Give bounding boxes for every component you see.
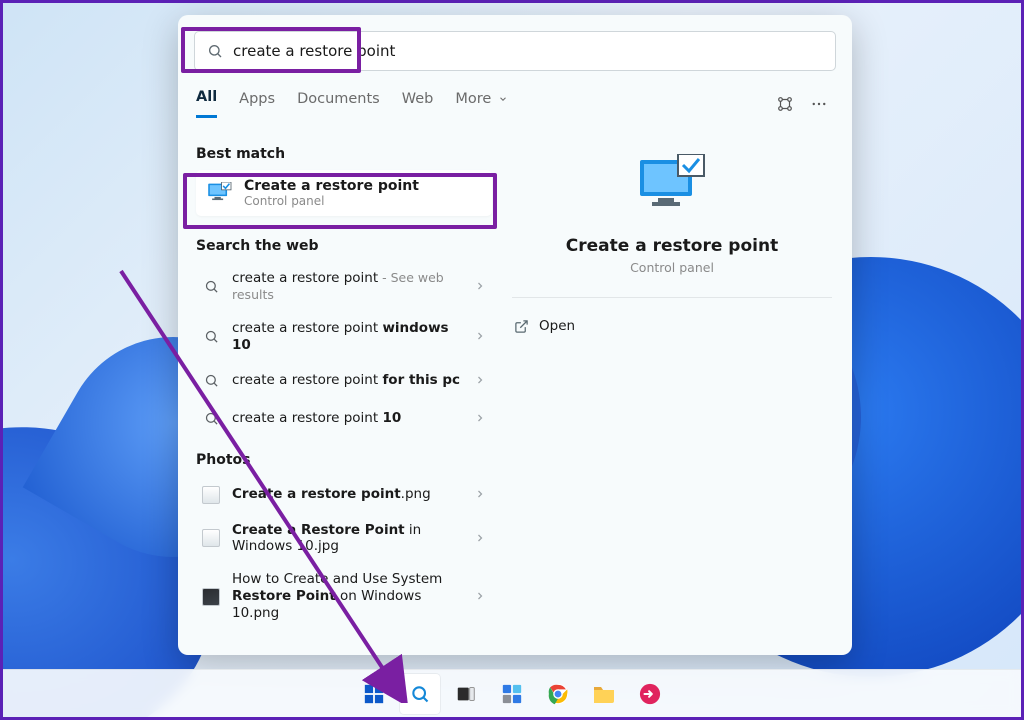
chevron-right-icon <box>474 327 486 346</box>
open-external-icon <box>514 319 529 334</box>
task-view-icon <box>455 683 477 705</box>
photo-result[interactable]: Create a restore point.png <box>196 476 492 514</box>
chevron-right-icon <box>474 587 486 606</box>
chevron-down-icon <box>498 94 508 104</box>
taskbar <box>3 669 1021 717</box>
search-icon <box>207 43 223 59</box>
image-thumb-icon <box>200 484 222 506</box>
chrome-icon <box>547 683 569 705</box>
folder-icon <box>592 683 616 705</box>
web-suggestion[interactable]: create a restore point for this pc <box>196 362 492 400</box>
chevron-right-icon <box>474 371 486 390</box>
best-match-title: Create a restore point <box>244 178 419 194</box>
chevron-right-icon <box>474 529 486 548</box>
file-explorer-button[interactable] <box>584 674 624 714</box>
tab-apps[interactable]: Apps <box>239 91 275 117</box>
preview-title: Create a restore point <box>566 236 778 256</box>
chevron-right-icon <box>474 409 486 428</box>
more-options-icon[interactable] <box>810 95 828 113</box>
windows-logo-icon <box>363 683 385 705</box>
section-photos: Photos <box>196 452 492 468</box>
image-thumb-icon <box>200 527 222 549</box>
monitor-icon <box>206 181 234 205</box>
start-button[interactable] <box>354 674 394 714</box>
app-button-generic[interactable] <box>630 674 670 714</box>
circle-app-icon <box>639 683 661 705</box>
section-best-match: Best match <box>196 146 492 162</box>
image-thumb-icon <box>200 586 222 608</box>
results-list: Best match Create a restore point Contro… <box>178 118 492 655</box>
search-query-text: create a restore point <box>233 42 395 60</box>
photo-result[interactable]: Create a Restore Point in Windows 10.jpg <box>196 514 492 564</box>
web-suggestion[interactable]: create a restore point - See web results <box>196 262 492 312</box>
monitor-large-icon <box>636 154 708 218</box>
tab-web[interactable]: Web <box>402 91 434 117</box>
web-suggestion[interactable]: create a restore point 10 <box>196 400 492 438</box>
open-action[interactable]: Open <box>512 312 832 340</box>
best-match-subtitle: Control panel <box>244 194 419 208</box>
task-view-button[interactable] <box>446 674 486 714</box>
search-button[interactable] <box>400 674 440 714</box>
share-across-devices-icon[interactable] <box>776 95 794 113</box>
tab-more[interactable]: More <box>455 91 508 117</box>
chevron-right-icon <box>474 485 486 504</box>
search-icon <box>200 326 222 348</box>
chevron-right-icon <box>474 277 486 296</box>
divider <box>512 297 832 298</box>
search-icon <box>200 370 222 392</box>
web-suggestion[interactable]: create a restore point windows 10 <box>196 312 492 362</box>
tab-documents[interactable]: Documents <box>297 91 380 117</box>
open-label: Open <box>539 318 575 334</box>
best-match-result[interactable]: Create a restore point Control panel <box>196 170 492 216</box>
preview-pane: Create a restore point Control panel Ope… <box>492 118 852 655</box>
search-icon <box>200 408 222 430</box>
preview-subtitle: Control panel <box>630 260 714 275</box>
search-input[interactable]: create a restore point <box>194 31 836 71</box>
section-search-web: Search the web <box>196 238 492 254</box>
widgets-button[interactable] <box>492 674 532 714</box>
filter-tabs: All Apps Documents Web More <box>196 89 508 118</box>
chrome-button[interactable] <box>538 674 578 714</box>
windows-search-panel: create a restore point All Apps Document… <box>178 15 852 655</box>
tab-all[interactable]: All <box>196 89 217 118</box>
widgets-icon <box>501 683 523 705</box>
photo-result[interactable]: How to Create and Use System Restore Poi… <box>196 563 492 630</box>
search-icon <box>410 684 430 704</box>
search-icon <box>200 276 222 298</box>
